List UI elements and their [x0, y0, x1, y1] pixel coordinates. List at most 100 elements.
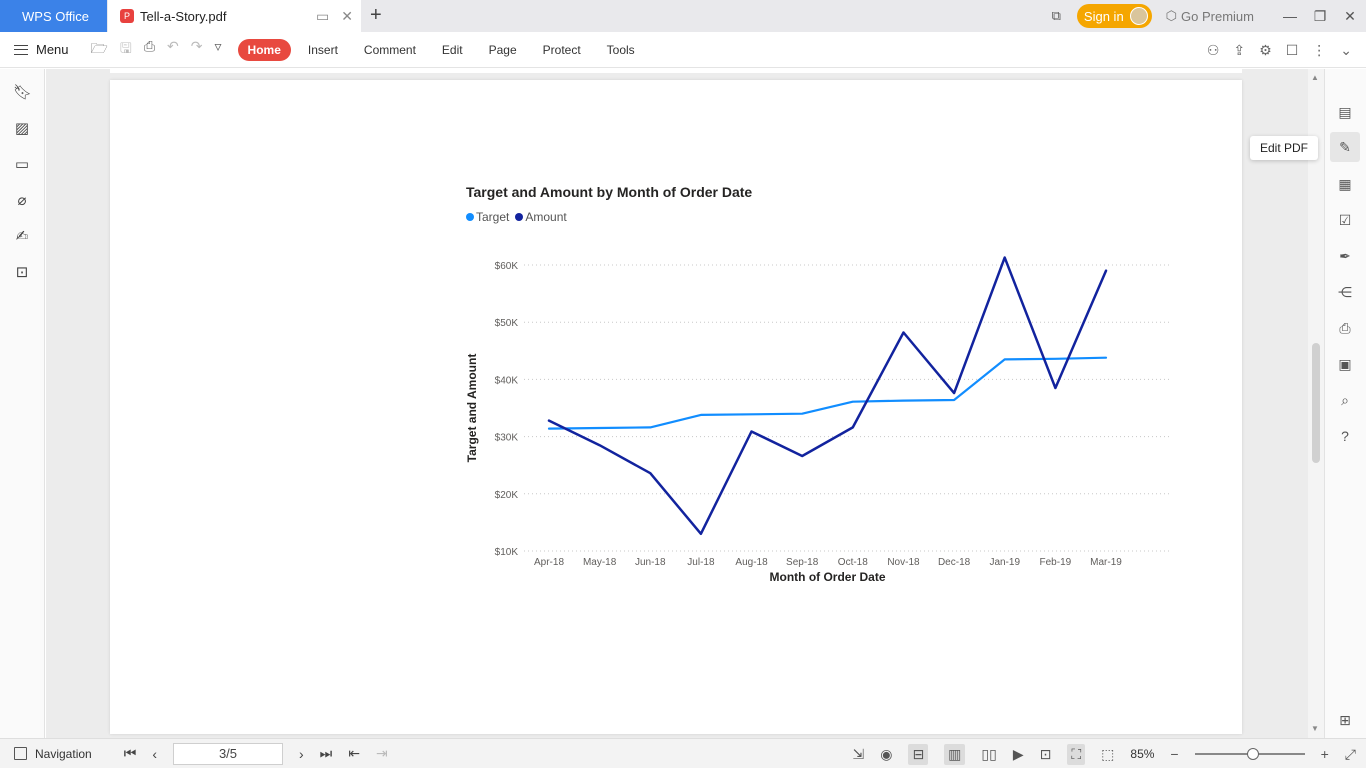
tab-wps-office[interactable]: WPS Office: [0, 0, 107, 32]
zoom-level[interactable]: 85%: [1130, 747, 1154, 761]
undo-icon[interactable]: ↶: [167, 38, 179, 62]
window-mode-icon[interactable]: ⧉: [1052, 8, 1061, 24]
convert-icon[interactable]: ▦: [1336, 175, 1354, 193]
scroll-up-icon[interactable]: ▲: [1311, 73, 1319, 82]
tab-document[interactable]: P Tell-a-Story.pdf ▭ ✕: [108, 0, 361, 32]
scroll-down-icon[interactable]: ▼: [1311, 724, 1319, 733]
vertical-scrollbar[interactable]: ▲ ▼: [1308, 69, 1324, 738]
print-panel-icon[interactable]: ⎙: [1336, 319, 1354, 337]
y-tick-label: $60K: [495, 261, 519, 272]
actual-size-icon[interactable]: ⊡: [1040, 746, 1052, 763]
more-icon[interactable]: ⋮: [1312, 42, 1326, 59]
last-page-icon[interactable]: ⏭: [320, 745, 333, 762]
close-tab-icon[interactable]: ✕: [341, 8, 353, 25]
restore-icon[interactable]: ❐: [1306, 8, 1334, 25]
x-tick-label: Mar-19: [1090, 557, 1122, 568]
pin-icon[interactable]: ▭: [316, 8, 329, 25]
toolbar: Menu 🗁 🖫 ⎙ ↶ ↷ ▿ Home Insert Comment Edi…: [0, 32, 1366, 68]
first-page-icon[interactable]: ⏮: [124, 745, 137, 762]
menu-label: Menu: [36, 42, 69, 57]
menu-button[interactable]: Menu: [14, 42, 69, 57]
open-icon[interactable]: 🗁: [91, 38, 108, 62]
tab-comment[interactable]: Comment: [351, 39, 429, 61]
two-page-icon[interactable]: ▯▯: [981, 746, 996, 763]
series-line-target: [547, 356, 1108, 430]
export-icon[interactable]: ⇲: [852, 746, 864, 763]
ocr-icon[interactable]: ▣: [1336, 355, 1354, 373]
continuous-view-icon[interactable]: ▥: [944, 743, 966, 765]
zoom-out-icon[interactable]: −: [1170, 746, 1178, 762]
image-icon[interactable]: ▨: [13, 120, 31, 138]
tab-home[interactable]: Home: [237, 38, 291, 61]
single-page-icon[interactable]: ⊟: [908, 743, 929, 765]
sign-icon[interactable]: ✒: [1336, 247, 1354, 265]
premium-icon: ⬡: [1165, 8, 1178, 23]
navigation-button[interactable]: Navigation: [14, 747, 92, 761]
minimize-icon[interactable]: —: [1276, 8, 1304, 25]
redo-icon[interactable]: ↷: [191, 38, 203, 62]
eye-protection-icon[interactable]: ◉: [880, 746, 892, 763]
chart-title: Target and Amount by Month of Order Date: [466, 184, 753, 200]
x-tick-label: Jun-18: [635, 557, 666, 568]
zoom-slider[interactable]: [1194, 748, 1305, 760]
prev-page-icon[interactable]: ‹: [152, 746, 157, 762]
edit-pdf-tooltip: Edit PDF: [1250, 136, 1319, 160]
pdf-to-word-icon[interactable]: ▤: [1336, 103, 1354, 121]
sign-in-label: Sign in: [1083, 8, 1124, 24]
share-icon[interactable]: ⇪: [1233, 42, 1245, 59]
zoom-in-icon[interactable]: +: [1321, 746, 1329, 762]
comment-icon[interactable]: ☐: [1286, 42, 1299, 59]
x-tick-label: Aug-18: [735, 557, 768, 568]
fit-width-icon[interactable]: ⬚: [1101, 746, 1114, 763]
print-icon[interactable]: ⎙: [144, 38, 155, 62]
go-premium-button[interactable]: ⬡ Go Premium: [1166, 8, 1254, 24]
attachment-icon[interactable]: ⌀: [13, 192, 31, 210]
find-icon[interactable]: ⌕: [1336, 391, 1354, 409]
document-tab-label: Tell-a-Story.pdf: [140, 8, 227, 24]
help-icon[interactable]: ?: [1336, 427, 1354, 445]
tab-insert[interactable]: Insert: [295, 39, 351, 61]
fill-form-icon[interactable]: ☑: [1336, 211, 1354, 229]
edit-pdf-icon[interactable]: ✎: [1330, 132, 1360, 162]
series-line-amount: [547, 256, 1108, 536]
tab-page[interactable]: Page: [476, 39, 530, 61]
x-tick-label: Nov-18: [887, 557, 920, 568]
bookmark-icon[interactable]: 🔖︎: [13, 84, 32, 102]
y-tick-label: $40K: [495, 375, 519, 386]
signature-icon[interactable]: ✍: [13, 228, 31, 246]
legend-item-amount: Amount: [515, 210, 567, 224]
navigation-label: Navigation: [35, 746, 92, 761]
legend-dot-amount: [515, 213, 524, 221]
play-icon[interactable]: ▶: [1013, 746, 1024, 763]
page-number-input[interactable]: 3/5: [172, 742, 283, 765]
y-tick-label: $50K: [495, 318, 519, 329]
close-window-icon[interactable]: ✕: [1336, 8, 1364, 25]
title-bar: WPS Office P Tell-a-Story.pdf ▭ ✕ + ⧉ Si…: [0, 0, 1366, 32]
collapse-ribbon-icon[interactable]: ⌄: [1340, 42, 1352, 59]
tab-edit[interactable]: Edit: [429, 39, 476, 61]
save-icon[interactable]: 🖫: [120, 38, 132, 62]
fullscreen-icon[interactable]: ⤢: [1345, 746, 1356, 763]
zoom-slider-knob[interactable]: [1246, 748, 1259, 760]
x-tick-label: Jul-18: [687, 557, 715, 568]
settings-icon[interactable]: ⚙: [1259, 42, 1272, 59]
comment-panel-icon[interactable]: ▭: [13, 156, 31, 174]
customize-quick-access-icon[interactable]: ▿: [215, 38, 222, 62]
tab-protect[interactable]: Protect: [530, 39, 594, 61]
fit-page-icon[interactable]: ⛶: [1067, 743, 1086, 765]
new-tab-button[interactable]: +: [370, 4, 382, 27]
scrollbar-thumb[interactable]: [1312, 343, 1320, 463]
tab-tools[interactable]: Tools: [594, 39, 648, 61]
go-premium-label: Go Premium: [1181, 8, 1254, 24]
next-page-icon[interactable]: ›: [299, 746, 304, 762]
compare-icon[interactable]: ⋲: [1336, 283, 1354, 301]
y-tick-label: $10K: [495, 547, 519, 558]
avatar: [1129, 7, 1148, 25]
apps-icon[interactable]: ⊞: [1336, 711, 1354, 729]
x-axis-title: Month of Order Date: [770, 570, 886, 584]
stamp-icon[interactable]: ⊡: [13, 264, 31, 282]
share-user-icon[interactable]: ⚇: [1207, 42, 1220, 59]
back-icon[interactable]: ⇤: [348, 745, 360, 762]
forward-icon[interactable]: ⇥: [376, 745, 388, 762]
sign-in-button[interactable]: Sign in: [1076, 4, 1152, 28]
